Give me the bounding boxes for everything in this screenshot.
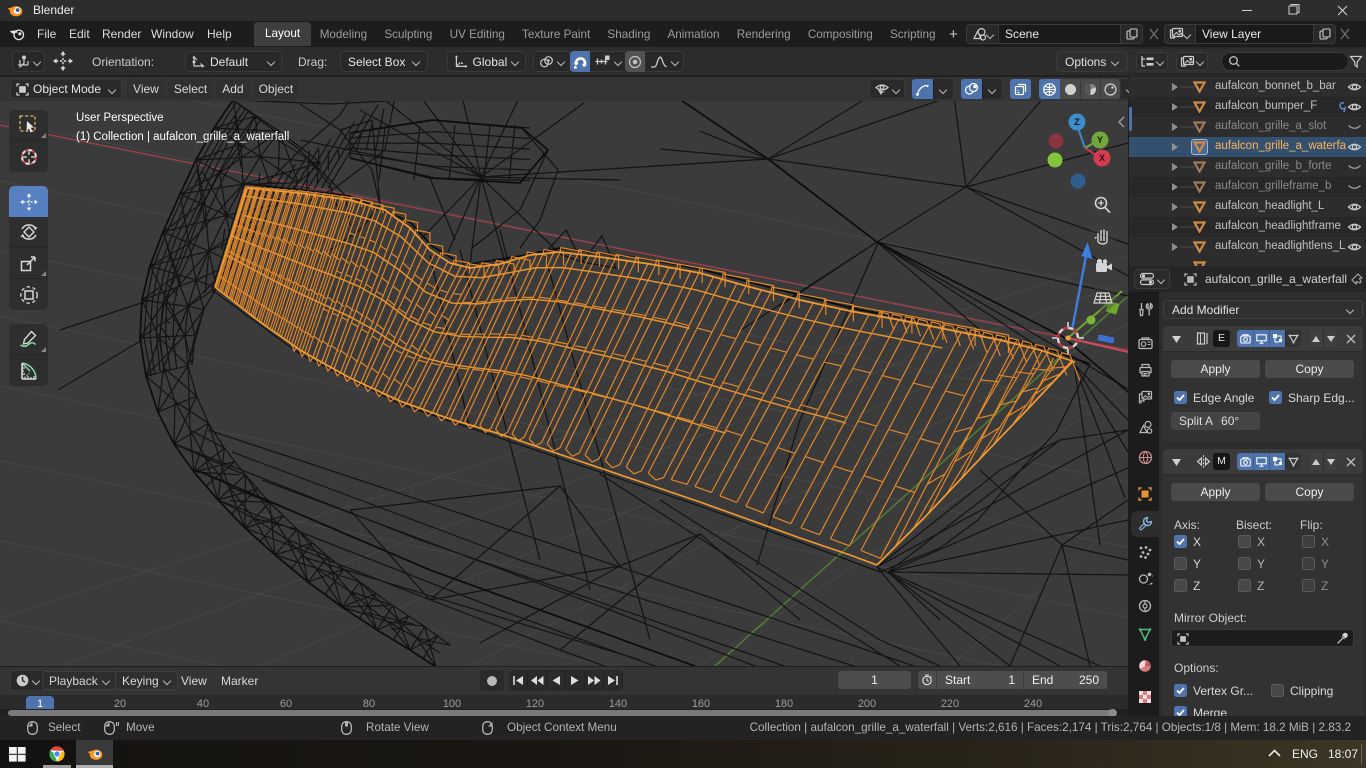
svg-text:(1) Collection | aufalcon_gril: (1) Collection | aufalcon_grille_a_water… — [76, 131, 289, 143]
svg-text:Z: Z — [1074, 117, 1080, 127]
svg-text:X: X — [1099, 153, 1105, 163]
svg-text:Y: Y — [1097, 135, 1103, 145]
svg-text:User Perspective: User Perspective — [76, 112, 164, 124]
